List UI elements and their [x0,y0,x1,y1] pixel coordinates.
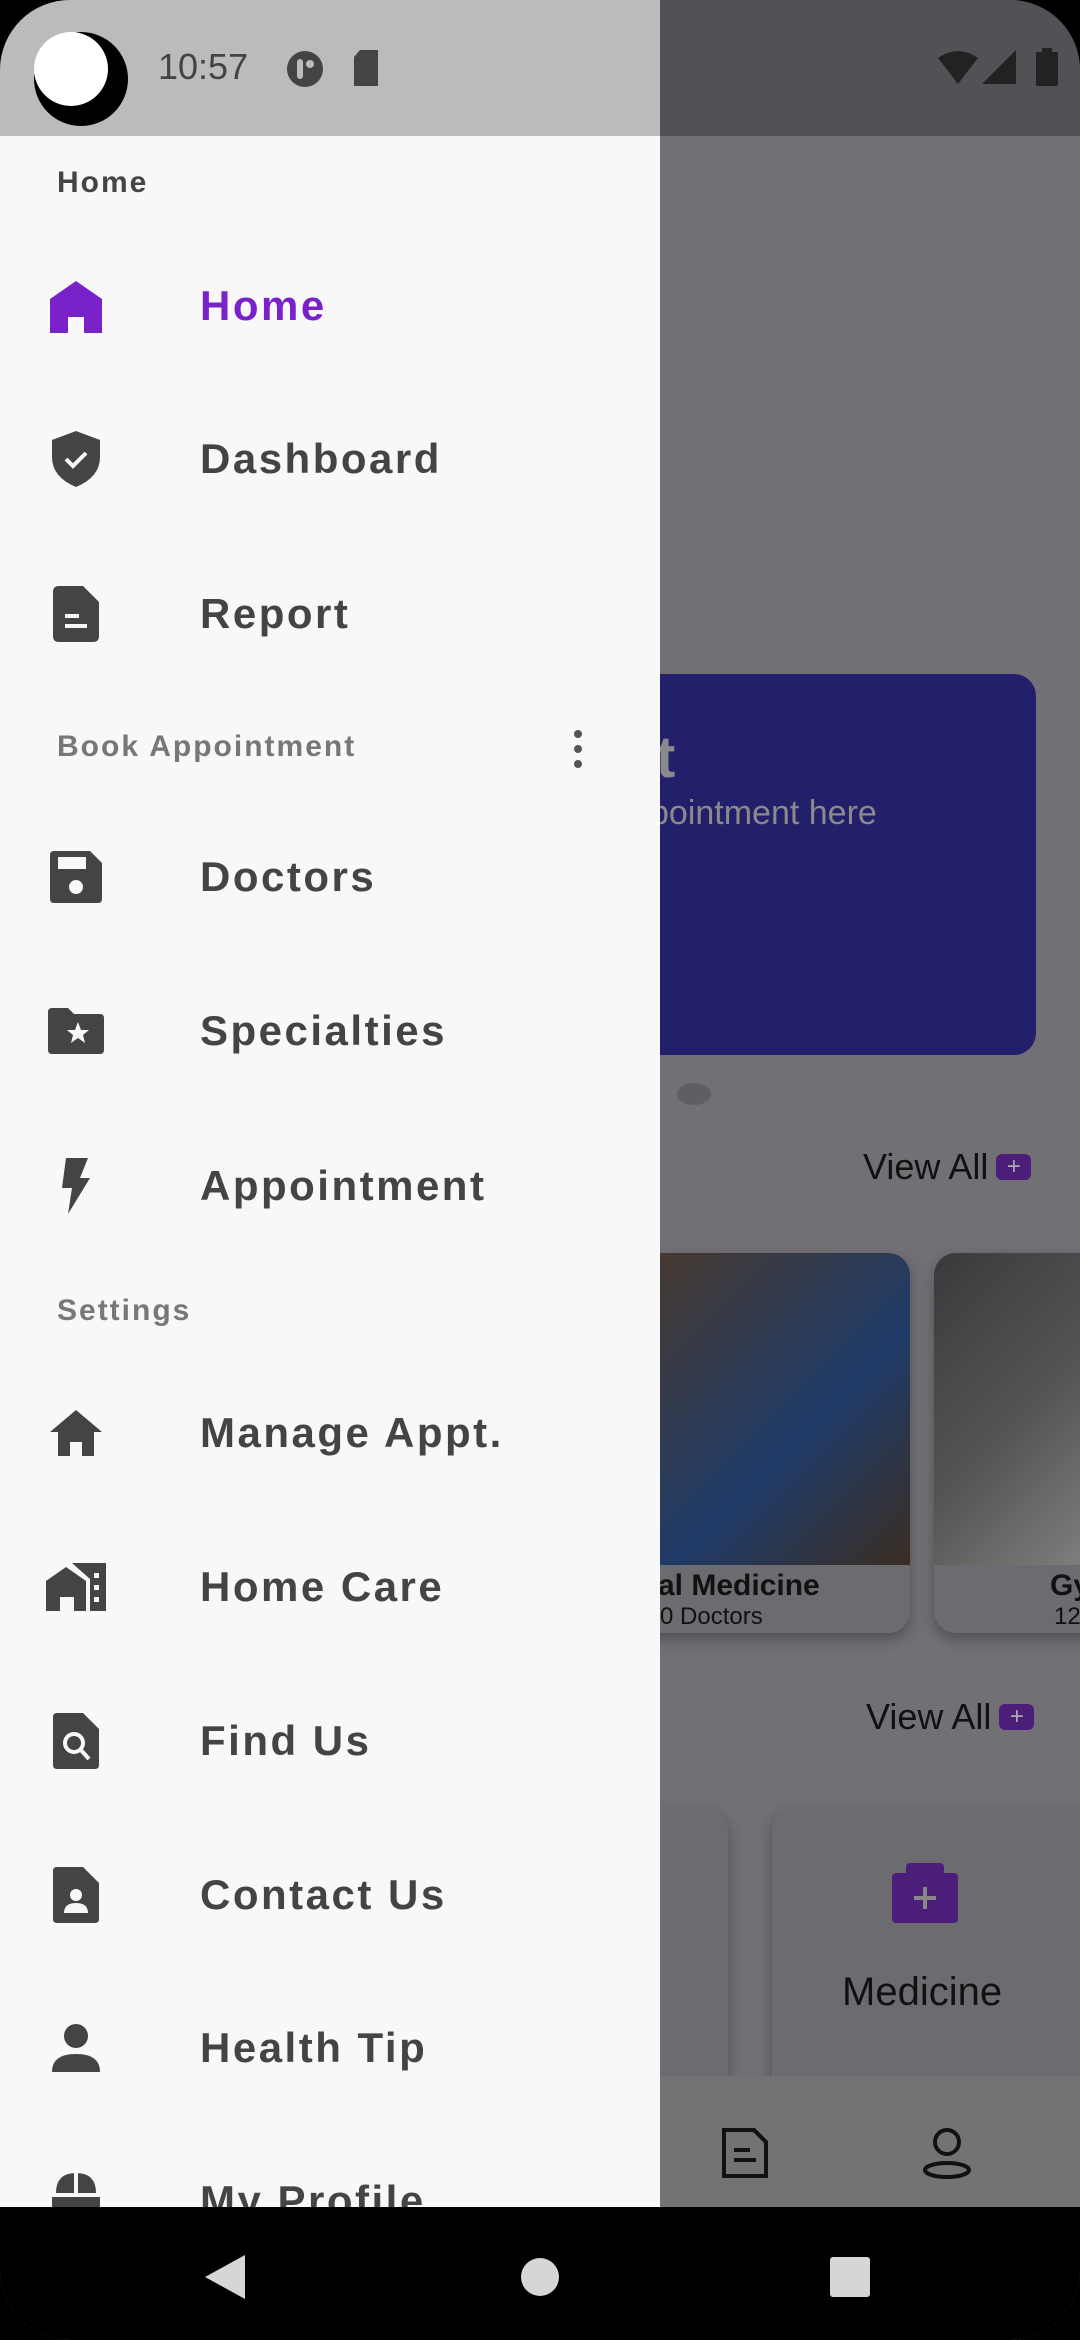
section-header-home: Home [57,166,149,199]
drawer-item-my-profile[interactable]: My Profile [0,2146,660,2207]
drawer-item-label: Manage Appt. [200,1409,504,1456]
view-all-categories[interactable]: View All + [866,1696,1035,1738]
shield-check-icon [46,429,106,489]
drawer-item-label: Doctors [200,853,377,900]
view-all-label: View All [863,1146,989,1187]
report-nav-icon[interactable] [720,2126,770,2180]
drawer-item-label: Home [200,282,327,329]
section-header-settings: Settings [57,1294,192,1327]
drawer-item-health-tip[interactable]: Health Tip [0,1993,660,2103]
home-screen-background: t pointment here View All + al Medicine 0… [630,136,1080,2207]
person-icon [46,2018,106,2078]
card-subtitle: 12 [1054,1603,1080,1630]
signal-icon [982,50,1016,84]
drawer-item-dashboard[interactable]: Dashboard [0,404,660,514]
save-icon [46,847,106,907]
document-icon [46,584,106,644]
drawer-item-label: Health Tip [200,2024,428,2071]
profile-icon [46,2171,106,2207]
category-card-medicine[interactable]: Medicine [772,1808,1080,2108]
view-all-specialties[interactable]: View All + [863,1146,1032,1188]
house-icon [46,1403,106,1463]
moon-icon [34,32,128,126]
drawer-item-label: My Profile [200,2177,426,2207]
home-icon [46,276,106,336]
app-icon [287,51,323,87]
specialty-card[interactable]: Gy 12 [934,1253,1080,1633]
carousel-indicator[interactable] [677,1083,711,1105]
drawer-item-home-care[interactable]: Home Care [0,1532,660,1642]
screen: 10:57 t pointment here View All + al Medi… [0,0,1080,2340]
doctor-photo [630,1253,910,1565]
status-time: 10:57 [158,46,249,87]
drawer-item-label: Dashboard [200,435,442,482]
drawer-item-specialties[interactable]: Specialties [0,976,660,1086]
find-in-page-icon [46,1711,106,1771]
wifi-icon [938,51,978,84]
card-title: Gy [1050,1569,1080,1602]
more-vert-icon[interactable] [570,726,590,776]
banner-subtitle: pointment here [660,794,877,832]
banner-title: t [660,725,676,790]
drawer-item-label: Report [200,590,351,637]
bottom-navigation [660,2076,1080,2207]
doctor-photo [934,1253,1080,1565]
bolt-icon [46,1156,106,1216]
drawer-item-label: Find Us [200,1717,372,1764]
specialty-card[interactable]: al Medicine 0 Doctors [630,1253,910,1633]
sd-card-icon [354,50,378,86]
system-navigation-bar [0,2207,1080,2340]
status-bar: 10:57 [0,0,1080,136]
contact-page-icon [46,1865,106,1925]
drawer-item-label: Home Care [200,1563,445,1610]
folder-star-icon [46,1001,106,1061]
category-label: Medicine [842,1970,1003,2014]
card-title: al Medicine [658,1569,820,1602]
plus-icon: + [996,1154,1032,1180]
drawer-item-manage-appt[interactable]: Manage Appt. [0,1378,660,1488]
drawer-item-label: Appointment [200,1162,487,1209]
drawer-item-appointment[interactable]: Appointment [0,1131,660,1241]
drawer-item-find-us[interactable]: Find Us [0,1686,660,1796]
navigation-drawer: Home Home Dashboard Report Book Appointm… [0,136,660,2207]
drawer-item-label: Contact Us [200,1871,447,1918]
home-button-icon[interactable] [520,2257,560,2297]
drawer-item-label: Specialties [200,1007,447,1054]
drawer-item-home[interactable]: Home [0,251,660,361]
plus-icon: + [999,1704,1035,1730]
home-work-icon [46,1557,106,1617]
drawer-item-contact-us[interactable]: Contact Us [0,1840,660,1950]
drawer-item-doctors[interactable]: Doctors [0,822,660,932]
battery-icon [1036,48,1058,86]
back-icon[interactable] [205,2255,245,2299]
appointment-banner[interactable]: t pointment here [660,674,1036,1055]
recents-icon[interactable] [830,2257,870,2297]
medicine-kit-icon [892,1863,958,1923]
profile-nav-icon[interactable] [922,2126,972,2180]
card-subtitle: 0 Doctors [660,1603,763,1630]
drawer-item-report[interactable]: Report [0,559,660,669]
section-header-book-appointment: Book Appointment [57,730,357,763]
view-all-label: View All [866,1696,992,1737]
